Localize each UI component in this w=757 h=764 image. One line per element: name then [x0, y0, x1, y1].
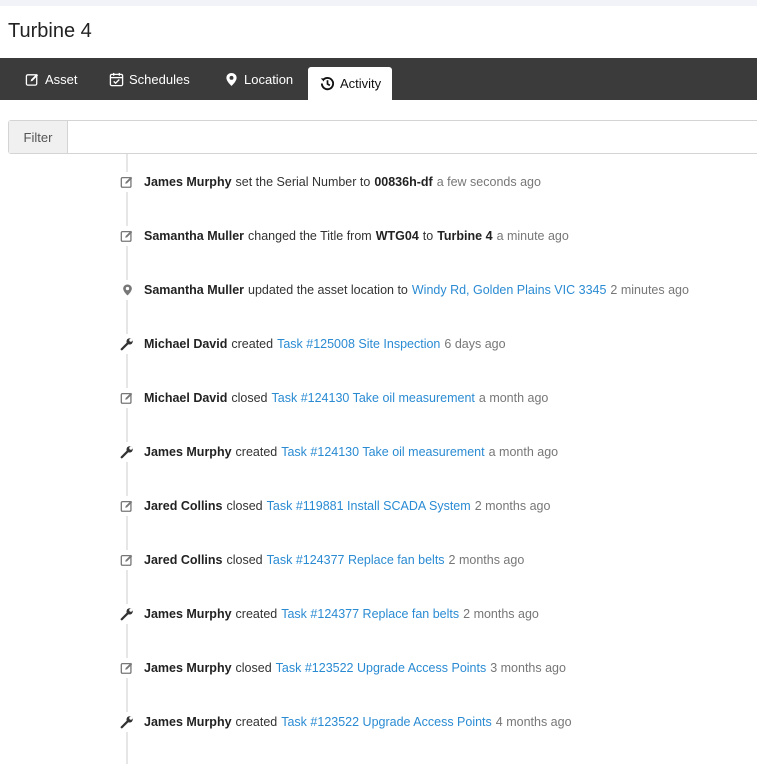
task-link[interactable]: Task #119881 Install SCADA System	[267, 499, 471, 513]
activity-action: created	[235, 607, 278, 621]
activity-user[interactable]: Jared Collins	[144, 499, 223, 513]
activity-to-value: Turbine 4	[437, 229, 493, 243]
edit-icon	[117, 226, 137, 246]
activity-entry: James Murphy created Task #124130 Take o…	[117, 441, 558, 463]
activity-entry: Jared Collins closed Task #124377 Replac…	[117, 549, 524, 571]
page-title: Turbine 4	[8, 20, 92, 42]
activity-user[interactable]: James Murphy	[144, 445, 232, 459]
edit-icon	[117, 172, 137, 192]
activity-entry: James Murphy created Task #124377 Replac…	[117, 603, 539, 625]
tab-asset-label: Asset	[45, 71, 78, 87]
activity-time: 2 minutes ago	[610, 283, 689, 297]
tab-schedules-label: Schedules	[129, 71, 190, 87]
map-marker-icon	[223, 71, 239, 87]
activity-action: closed	[226, 553, 263, 567]
activity-entry: James Murphy created Task #123522 Upgrad…	[117, 711, 572, 733]
task-link[interactable]: Task #124377 Replace fan belts	[281, 607, 459, 621]
edit-icon	[117, 388, 137, 408]
activity-time: 2 months ago	[474, 499, 551, 513]
activity-user[interactable]: James Murphy	[144, 175, 232, 189]
activity-time: 2 months ago	[448, 553, 525, 567]
activity-timeline: James Murphy set the Serial Number to 00…	[0, 154, 757, 764]
activity-time: 3 months ago	[490, 661, 566, 675]
activity-user[interactable]: Samantha Muller	[144, 283, 244, 297]
edit-icon	[117, 496, 137, 516]
activity-user[interactable]: James Murphy	[144, 661, 232, 675]
activity-action: closed	[226, 499, 263, 513]
activity-user[interactable]: James Murphy	[144, 715, 232, 729]
tab-location-label: Location	[244, 71, 294, 87]
activity-action: closed	[231, 391, 268, 405]
activity-user[interactable]: Jared Collins	[144, 553, 223, 567]
activity-user[interactable]: Michael David	[144, 337, 227, 351]
tab-location[interactable]: Location	[223, 58, 293, 100]
activity-time: a month ago	[488, 445, 559, 459]
activity-entry: Michael David created Task #125008 Site …	[117, 333, 506, 355]
edit-icon	[117, 550, 137, 570]
activity-connector: to	[422, 229, 434, 243]
activity-user[interactable]: Samantha Muller	[144, 229, 244, 243]
edit-icon	[24, 71, 40, 87]
activity-entry: Jared Collins closed Task #119881 Instal…	[117, 495, 550, 517]
activity-action: created	[231, 337, 274, 351]
task-link[interactable]: Task #123522 Upgrade Access Points	[276, 661, 487, 675]
tab-asset[interactable]: Asset	[24, 58, 78, 100]
task-link[interactable]: Task #125008 Site Inspection	[277, 337, 440, 351]
activity-action: created	[235, 445, 278, 459]
edit-icon	[117, 658, 137, 678]
activity-time: 6 days ago	[444, 337, 506, 351]
wrench-icon	[117, 442, 137, 462]
task-link[interactable]: Task #124377 Replace fan belts	[267, 553, 445, 567]
tab-bar: Asset Schedules Location Activity	[0, 58, 757, 100]
activity-value: 00836h-df	[374, 175, 433, 189]
calendar-check-icon	[108, 71, 124, 87]
filter-bar: Filter	[8, 120, 757, 154]
activity-time: a month ago	[478, 391, 549, 405]
activity-time: 2 months ago	[463, 607, 539, 621]
activity-action: updated the asset location to	[248, 283, 408, 297]
activity-entry: James Murphy closed Task #123522 Upgrade…	[117, 657, 566, 679]
wrench-icon	[117, 712, 137, 732]
wrench-icon	[117, 334, 137, 354]
activity-entry: James Murphy set the Serial Number to 00…	[117, 171, 541, 193]
tab-activity[interactable]: Activity	[308, 67, 393, 100]
activity-entry: Samantha Muller changed the Title from W…	[117, 225, 569, 247]
task-link[interactable]: Task #123522 Upgrade Access Points	[281, 715, 492, 729]
activity-from-value: WTG04	[375, 229, 419, 243]
activity-action: changed the Title from	[248, 229, 372, 243]
activity-entry: Samantha Muller updated the asset locati…	[117, 279, 689, 301]
filter-input[interactable]	[68, 121, 757, 153]
activity-time: a minute ago	[496, 229, 569, 243]
activity-action: created	[235, 715, 278, 729]
activity-entry: Michael David closed Task #124130 Take o…	[117, 387, 548, 409]
tab-activity-label: Activity	[340, 76, 382, 91]
task-link[interactable]: Task #124130 Take oil measurement	[281, 445, 484, 459]
activity-action: set the Serial Number to	[235, 175, 371, 189]
wrench-icon	[117, 604, 137, 624]
history-icon	[319, 76, 335, 92]
task-link[interactable]: Task #124130 Take oil measurement	[272, 391, 475, 405]
activity-user[interactable]: Michael David	[144, 391, 227, 405]
activity-action: closed	[235, 661, 272, 675]
map-marker-icon	[117, 280, 137, 300]
activity-time: 4 months ago	[495, 715, 572, 729]
filter-label: Filter	[9, 121, 68, 153]
tab-schedules[interactable]: Schedules	[108, 58, 190, 100]
top-strip	[0, 0, 757, 6]
activity-time: a few seconds ago	[436, 175, 541, 189]
location-link[interactable]: Windy Rd, Golden Plains VIC 3345	[412, 283, 607, 297]
activity-user[interactable]: James Murphy	[144, 607, 232, 621]
